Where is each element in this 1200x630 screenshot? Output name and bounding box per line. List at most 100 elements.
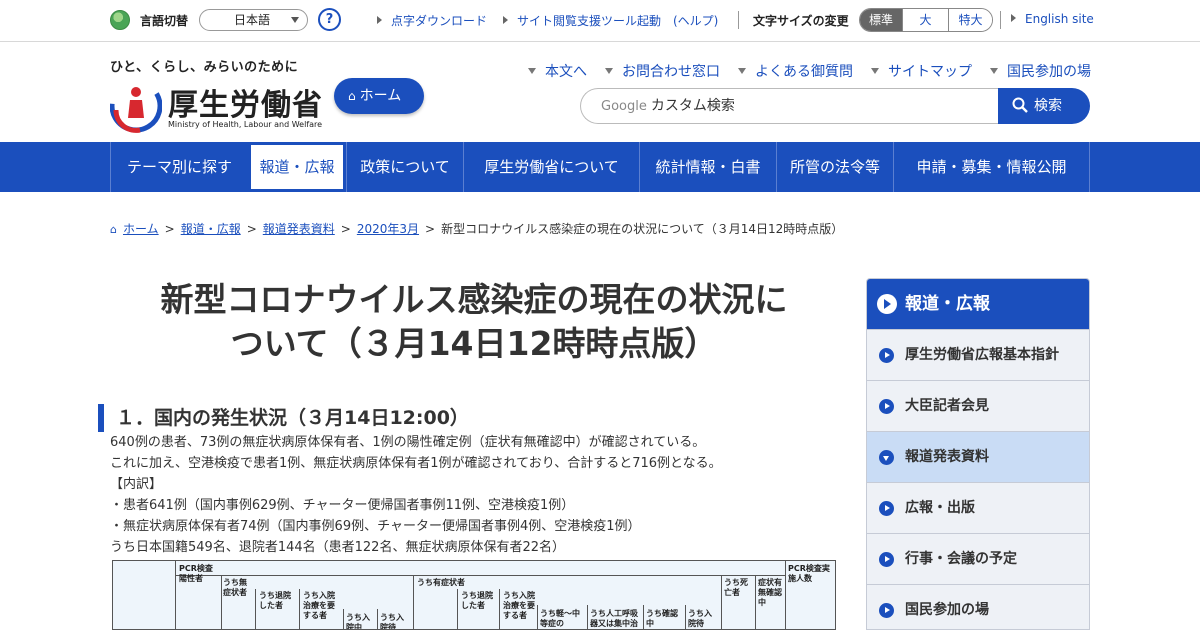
side-item-press-releases[interactable]: 報道発表資料 — [867, 431, 1089, 482]
font-size-standard-button[interactable]: 標準 — [860, 9, 902, 31]
side-item-participation[interactable]: 国民参加の場 — [867, 584, 1089, 629]
global-nav: テーマ別に探す 報道・広報 政策について 厚生労働省について 統計情報・白書 所… — [0, 142, 1200, 192]
breadcrumb-releases[interactable]: 報道発表資料 — [263, 222, 335, 236]
utility-bar: 言語切替 日本語 ? 点字ダウンロード サイト閲覧支援ツール起動 (ヘルプ) 文… — [0, 0, 1200, 42]
side-item-events[interactable]: 行事・会議の予定 — [867, 533, 1089, 584]
body-line: これに加え、空港検疫で患者1例、無症状病原体保有者1例が確認されており、合計する… — [110, 456, 722, 471]
side-item-label: 国民参加の場 — [905, 602, 989, 618]
table-grid-line — [537, 605, 538, 629]
table-grid-line — [785, 561, 786, 629]
table-header: うち有症状者 — [417, 578, 465, 587]
body-line: 【内訳】 — [110, 477, 163, 492]
table-header: うち人工呼吸器又は集中治 — [590, 609, 638, 628]
logo-wordmark[interactable]: 厚生労働省 — [168, 80, 323, 124]
breadcrumb-separator: > — [425, 222, 436, 236]
breadcrumb-separator: > — [340, 222, 351, 236]
chevron-down-icon — [605, 68, 613, 74]
page-title-line: 新型コロナウイルス感染症の現在の状況に — [160, 280, 788, 319]
table-header: うち無症状者 — [223, 578, 247, 597]
language-label: 言語切替 — [140, 14, 189, 28]
home-icon: ⌂ — [348, 89, 356, 103]
header-link-sitemap[interactable]: サイトマップ — [871, 61, 972, 81]
side-item-label: 大臣記者会見 — [905, 398, 989, 414]
mhlw-logo-icon[interactable] — [110, 78, 162, 134]
body-line: うち日本国籍549名、退院者144名（患者122名、無症状病原体保有者22名） — [110, 540, 565, 555]
gnav-item-applications[interactable]: 申請・募集・情報公開 — [893, 142, 1090, 192]
table-grid-line — [457, 589, 458, 629]
language-select[interactable]: 日本語 — [199, 9, 308, 31]
side-item-label: 行事・会議の予定 — [905, 551, 1017, 567]
chevron-down-icon — [990, 68, 998, 74]
breadcrumb-press[interactable]: 報道・広報 — [181, 222, 241, 236]
table-grid-line — [377, 609, 378, 629]
header-link-label: お問合わせ窓口 — [622, 64, 720, 80]
table-header: うち死亡者 — [724, 578, 748, 597]
status-table: PCR検査陽性者 うち無症状者 うち退院した者 うち入院治療を要する者 うち入院… — [112, 560, 836, 630]
chevron-down-icon — [738, 68, 746, 74]
side-item-publications[interactable]: 広報・出版 — [867, 482, 1089, 533]
table-grid-line — [175, 561, 176, 629]
search-icon — [1012, 97, 1028, 113]
font-size-label: 文字サイズの変更 — [753, 14, 849, 28]
breadcrumb-home[interactable]: ホーム — [123, 222, 159, 236]
table-grid-line — [721, 575, 722, 629]
section-heading: １．国内の発生状況（３月14日12:00） — [98, 404, 469, 432]
chevron-down-icon — [871, 68, 879, 74]
logo-english: Ministry of Health, Labour and Welfare — [168, 120, 323, 129]
gnav-item-themes[interactable]: テーマ別に探す — [110, 142, 248, 192]
braille-download-link[interactable]: 点字ダウンロード — [377, 12, 487, 29]
gnav-item-press[interactable]: 報道・広報 — [248, 142, 346, 192]
arrow-down-circle-icon — [879, 450, 894, 465]
table-grid-line — [685, 605, 686, 629]
table-grid-line — [343, 609, 344, 629]
breadcrumb-separator: > — [246, 222, 257, 236]
header-link-faq[interactable]: よくある御質問 — [738, 61, 853, 81]
search-button-label: 検索 — [1034, 98, 1062, 114]
english-site-link[interactable]: English site — [1011, 12, 1094, 26]
side-item-pr-guidelines[interactable]: 厚生労働省広報基本指針 — [867, 329, 1089, 380]
header-link-label: よくある御質問 — [755, 64, 853, 80]
table-header: うち入院治療を要する者 — [303, 591, 335, 620]
gnav-item-statistics[interactable]: 統計情報・白書 — [639, 142, 776, 192]
help-icon[interactable]: ? — [318, 8, 341, 31]
table-header: うち確認中 — [646, 609, 678, 628]
table-header: PCR検査実施人数 — [788, 564, 830, 583]
arrow-right-circle-icon — [877, 294, 897, 314]
side-item-label: 広報・出版 — [905, 500, 975, 516]
gnav-item-about[interactable]: 厚生労働省について — [463, 142, 639, 192]
side-item-label: 厚生労働省広報基本指針 — [905, 347, 1059, 363]
font-size-xlarge-button[interactable]: 特大 — [948, 9, 992, 31]
font-size-switcher: 標準 大 特大 — [859, 8, 993, 32]
site-tagline: ひと、くらし、みらいのために — [110, 60, 299, 75]
header-link-participation[interactable]: 国民参加の場 — [990, 61, 1091, 81]
arrow-right-circle-icon — [879, 399, 894, 414]
side-nav-title[interactable]: 報道・広報 — [867, 279, 1089, 329]
arrow-right-circle-icon — [879, 501, 894, 516]
side-item-press-conference[interactable]: 大臣記者会見 — [867, 380, 1089, 431]
body-line: 640例の患者、73例の無症状病原体保有者、1例の陽性確定例（症状有無確認中）が… — [110, 435, 706, 450]
breadcrumb-month[interactable]: 2020年3月 — [357, 222, 419, 236]
header-link-contact[interactable]: お問合わせ窓口 — [605, 61, 720, 81]
header-link-skip[interactable]: 本文へ — [528, 61, 587, 81]
home-button[interactable]: ⌂ ホーム — [334, 78, 424, 114]
arrow-right-circle-icon — [879, 603, 894, 618]
table-grid-line — [299, 589, 300, 629]
table-header: 症状有無確認中 — [758, 578, 782, 607]
breadcrumb-current: 新型コロナウイルス感染症の現在の状況について（３月14日12時時点版） — [441, 222, 844, 236]
table-header: うち入院待 — [688, 609, 712, 628]
chevron-down-icon — [291, 17, 299, 23]
gnav-item-laws[interactable]: 所管の法令等 — [776, 142, 893, 192]
header-link-label: 本文へ — [545, 64, 587, 80]
arrow-right-circle-icon — [879, 552, 894, 567]
gnav-item-policy[interactable]: 政策について — [346, 142, 463, 192]
table-header: うち軽～中等症の — [540, 609, 580, 628]
language-value: 日本語 — [234, 13, 271, 27]
page-title: 新型コロナウイルス感染症の現在の状況に ついて（３月14日12時時点版） — [110, 278, 838, 366]
search-button[interactable]: 検索 — [998, 88, 1090, 124]
table-header: うち入院治療を要する者 — [503, 591, 535, 620]
browsing-support-link[interactable]: サイト閲覧支援ツール起動 (ヘルプ) — [503, 12, 718, 29]
table-header: うち退院した者 — [461, 591, 493, 610]
font-size-large-button[interactable]: 大 — [902, 9, 948, 31]
search-input[interactable]: Google カスタム検索 — [580, 88, 1000, 124]
search-placeholder: カスタム検索 — [650, 98, 735, 114]
